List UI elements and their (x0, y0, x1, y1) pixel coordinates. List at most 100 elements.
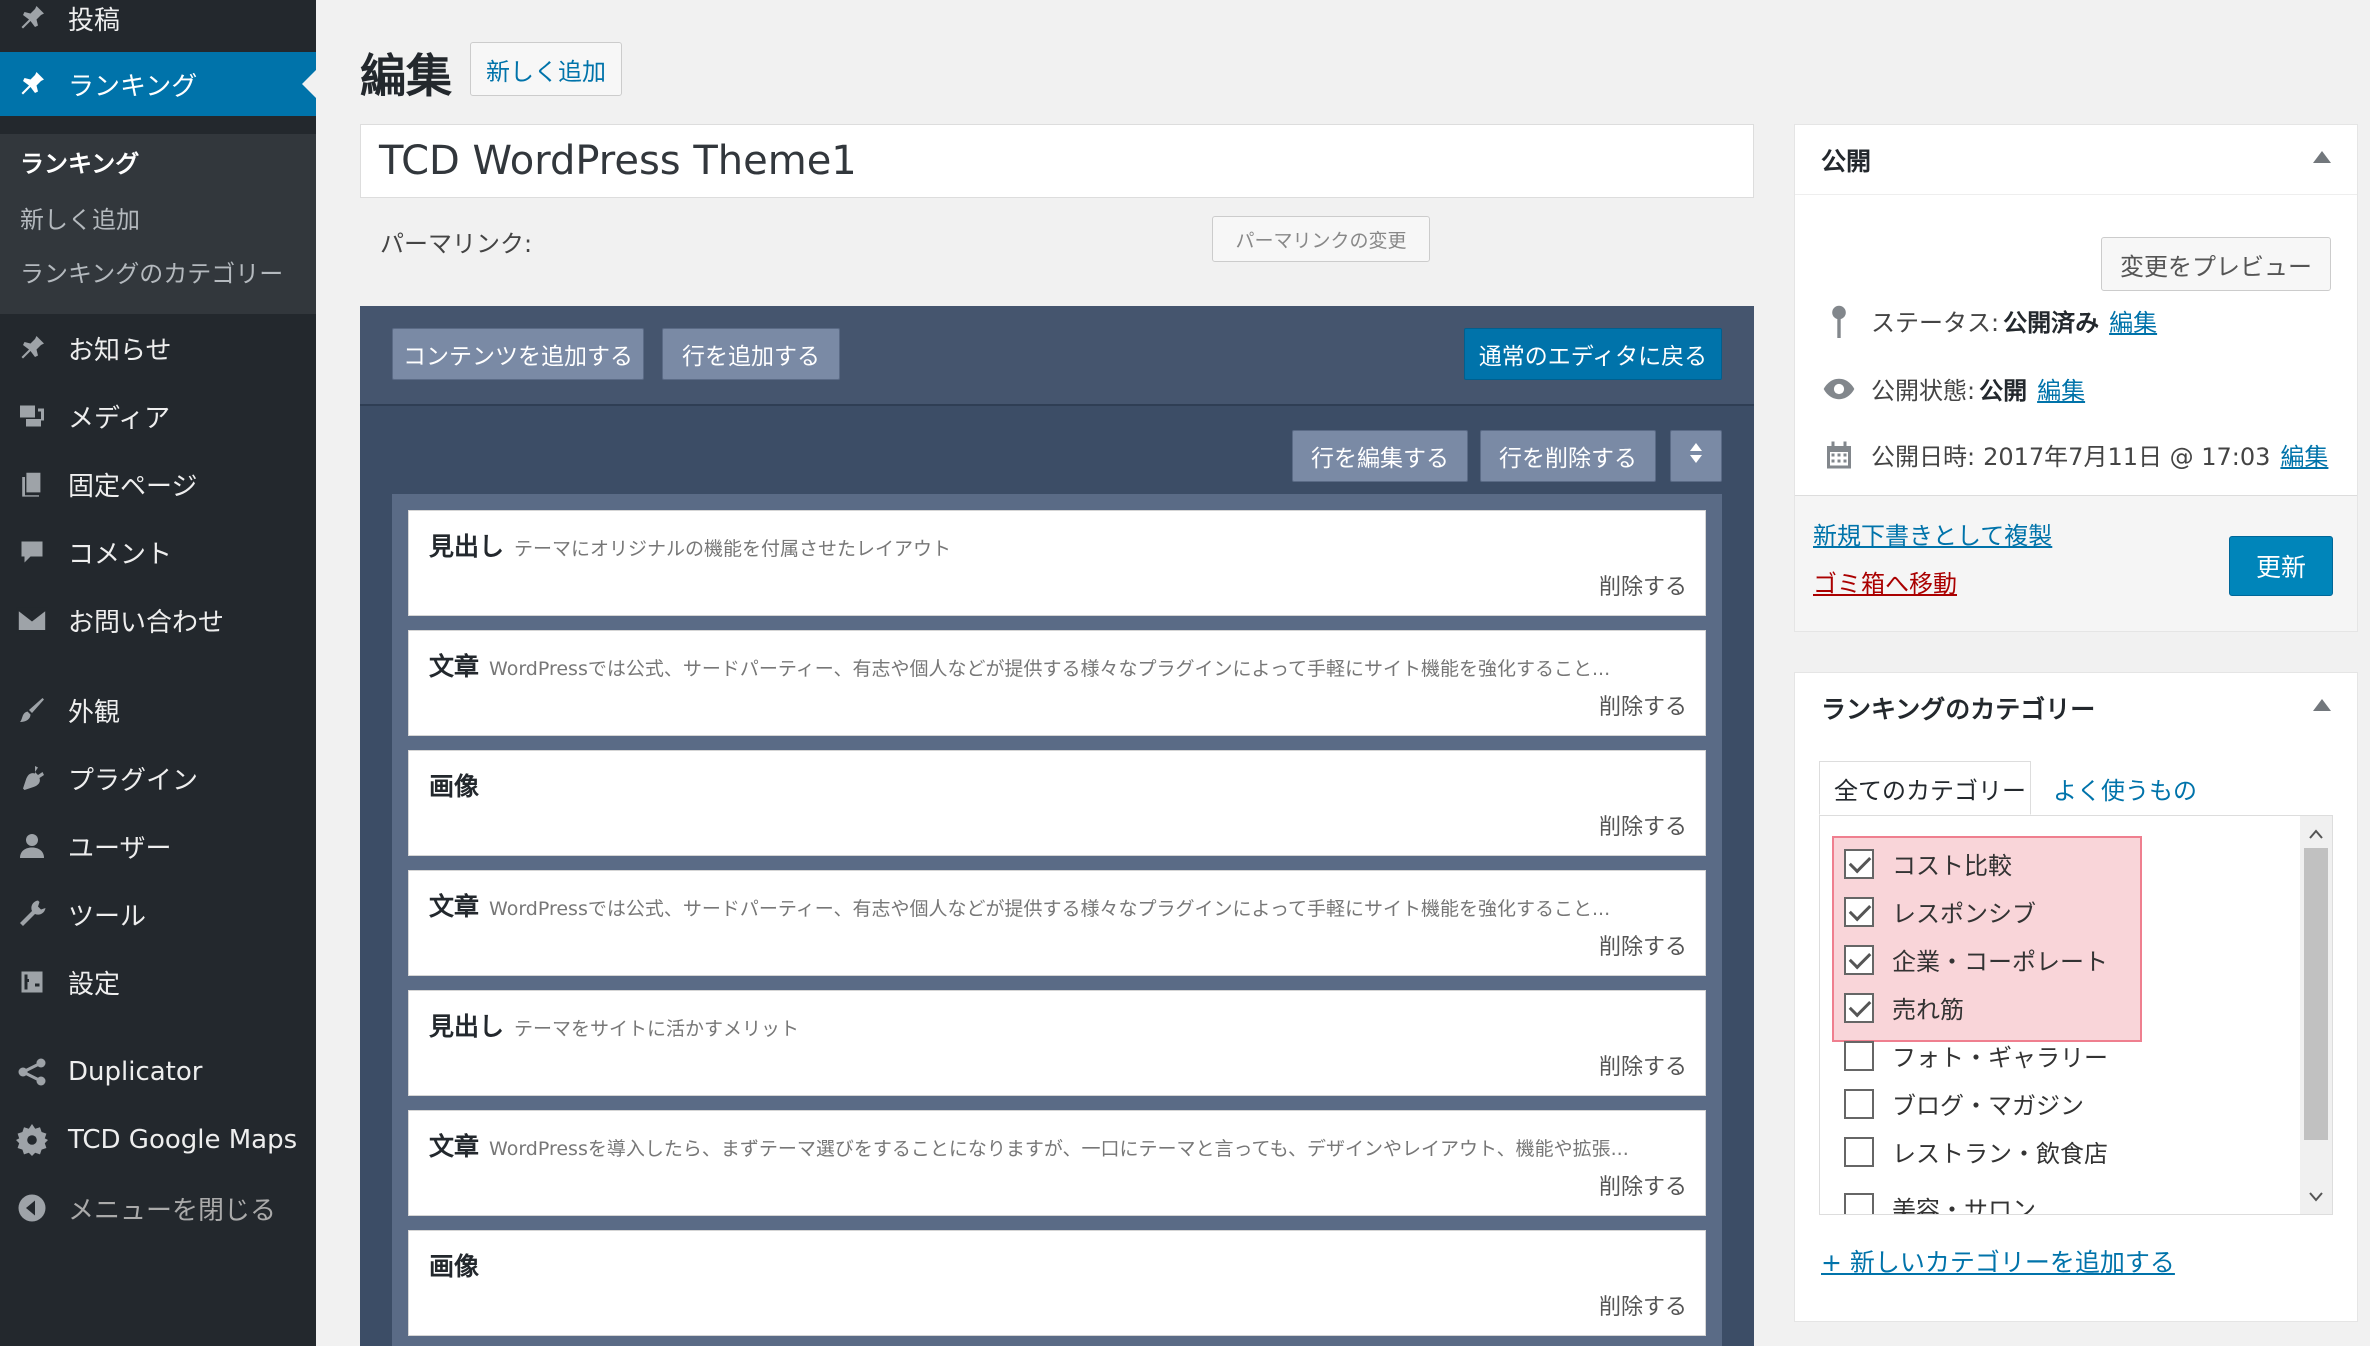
category-item[interactable]: ブログ・マガジン (1844, 1086, 2084, 1121)
category-item[interactable]: フォト・ギャラリー (1844, 1038, 2108, 1073)
collapse-arrow-icon[interactable] (2313, 151, 2331, 163)
submenu-add-new[interactable]: 新しく追加 (20, 200, 140, 235)
menu-item-posts[interactable]: 投稿 (0, 0, 316, 48)
menu-item-duplicator[interactable]: Duplicator (0, 1042, 316, 1102)
date-label: 公開日時: (1871, 443, 1976, 471)
row-delete-link[interactable]: 削除する (1599, 929, 1687, 961)
category-item[interactable]: レスポンシブ (1844, 894, 2036, 929)
menu-item-plugins[interactable]: プラグイン (0, 748, 316, 808)
category-checkbox[interactable] (1844, 848, 1874, 879)
content-row[interactable]: 文章 WordPressでは公式、サードパーティー、有志や個人などが提供する様々な… (408, 630, 1706, 736)
date-edit-link[interactable]: 編集 (2280, 437, 2328, 472)
category-item[interactable]: 美容・サロン (1844, 1190, 2036, 1214)
content-row[interactable]: 見出し テーマにオリジナルの機能を付属させたレイアウト 削除する (408, 510, 1706, 616)
menu-item-ranking[interactable]: ランキング (0, 52, 316, 116)
row-description: WordPressでは公式、サードパーティー、有志や個人などが提供する様々なプラ… (489, 658, 1611, 680)
status-value: 公開済み (2003, 309, 2100, 337)
content-row[interactable]: 文章 WordPressでは公式、サードパーティー、有志や個人などが提供する様々な… (408, 870, 1706, 976)
permalink-label: パーマリンク: (380, 230, 533, 258)
category-checkbox[interactable] (1844, 1192, 1874, 1214)
row-delete-link[interactable]: 削除する (1599, 809, 1687, 841)
category-item[interactable]: コスト比較 (1844, 846, 2012, 881)
category-checklist: コスト比較 レスポンシブ 企業・コーポレート 売れ筋 フォト・ギャラリー ブログ… (1819, 815, 2333, 1215)
menu-item-media[interactable]: メディア (0, 386, 316, 446)
content-row[interactable]: 画像 削除する (408, 750, 1706, 856)
copy-to-draft-link[interactable]: 新規下書きとして複製 (1813, 516, 2052, 551)
move-to-trash-link[interactable]: ゴミ箱へ移動 (1813, 564, 1957, 599)
sort-toggle-button[interactable] (1670, 430, 1722, 482)
edit-row-button[interactable]: 行を編集する (1292, 430, 1468, 482)
row-delete-link[interactable]: 削除する (1599, 689, 1687, 721)
category-checkbox[interactable] (1844, 992, 1874, 1023)
menu-label: 設定 (68, 969, 121, 1000)
category-item[interactable]: 企業・コーポレート (1844, 942, 2108, 977)
menu-item-news[interactable]: お知らせ (0, 318, 316, 378)
content-row[interactable]: 文章 WordPressを導入したら、まずテーマ選びをすることになりますが、一口に… (408, 1110, 1706, 1216)
settings-icon (14, 964, 50, 1000)
add-new-button[interactable]: 新しく追加 (470, 42, 622, 96)
category-checkbox[interactable] (1844, 1088, 1874, 1119)
delete-row-button[interactable]: 行を削除する (1480, 430, 1656, 482)
menu-item-appearance[interactable]: 外観 (0, 680, 316, 740)
category-item[interactable]: レストラン・飲食店 (1844, 1134, 2108, 1169)
category-checkbox[interactable] (1844, 944, 1874, 975)
publish-box-header[interactable]: 公開 (1795, 125, 2357, 195)
chevron-up-icon[interactable] (2309, 824, 2323, 843)
menu-item-comments[interactable]: コメント (0, 522, 316, 582)
content-row[interactable]: 見出し テーマをサイトに活かすメリット 削除する (408, 990, 1706, 1096)
pin-marker-icon (1821, 304, 1857, 338)
menu-item-users[interactable]: ユーザー (0, 816, 316, 876)
menu-label: TCD Google Maps (68, 1125, 298, 1155)
category-checkbox[interactable] (1844, 1040, 1874, 1071)
add-content-button[interactable]: コンテンツを追加する (392, 328, 644, 380)
tab-all-categories[interactable]: 全てのカテゴリー (1819, 761, 2031, 815)
visibility-edit-link[interactable]: 編集 (2037, 371, 2085, 406)
menu-item-pages[interactable]: 固定ページ (0, 454, 316, 514)
collapse-arrow-icon[interactable] (2313, 699, 2331, 711)
visibility-value: 公開 (1979, 377, 2028, 405)
menu-item-settings[interactable]: 設定 (0, 952, 316, 1012)
tab-most-used[interactable]: よく使うもの (2039, 761, 2211, 815)
menu-label: ユーザー (68, 833, 172, 864)
date-value: 2017年7月11日 @ 17:03 (1983, 443, 2271, 471)
status-edit-link[interactable]: 編集 (2109, 303, 2157, 338)
scrollbar-thumb[interactable] (2304, 848, 2328, 1140)
menu-item-tcd-google-maps[interactable]: TCD Google Maps (0, 1110, 316, 1170)
plug-icon (14, 760, 50, 796)
date-row: 公開日時: 2017年7月11日 @ 17:03 編集 (1821, 437, 2328, 472)
chevron-down-icon[interactable] (2309, 1187, 2323, 1206)
wrench-icon (14, 896, 50, 932)
row-delete-link[interactable]: 削除する (1599, 1169, 1687, 1201)
ranking-submenu: ランキング 新しく追加 ランキングのカテゴリー (0, 134, 316, 314)
menu-item-contact[interactable]: お問い合わせ (0, 590, 316, 650)
back-to-editor-button[interactable]: 通常のエディタに戻る (1464, 328, 1722, 380)
add-new-category-link[interactable]: + 新しいカテゴリーを追加する (1821, 1243, 2175, 1279)
builder-toolbar: コンテンツを追加する 行を追加する 通常のエディタに戻る (360, 306, 1754, 406)
update-button[interactable]: 更新 (2229, 536, 2333, 596)
change-permalink-button[interactable]: パーマリンクの変更 (1212, 216, 1430, 262)
menu-item-tools[interactable]: ツール (0, 884, 316, 944)
category-item[interactable]: 売れ筋 (1844, 990, 1964, 1025)
categories-box-header[interactable]: ランキングのカテゴリー (1795, 673, 2357, 743)
row-delete-link[interactable]: 削除する (1599, 1289, 1687, 1321)
submenu-ranking-categories[interactable]: ランキングのカテゴリー (20, 254, 283, 289)
collapse-menu-button[interactable]: メニューを閉じる (0, 1178, 316, 1238)
post-title-input[interactable]: TCD WordPress Theme1 (360, 124, 1754, 198)
content-row[interactable]: 画像 削除する (408, 1230, 1706, 1336)
menu-label: お知らせ (68, 335, 172, 366)
row-delete-link[interactable]: 削除する (1599, 1049, 1687, 1081)
row-delete-link[interactable]: 削除する (1599, 569, 1687, 601)
user-icon (14, 828, 50, 864)
add-row-button[interactable]: 行を追加する (662, 328, 840, 380)
category-checkbox[interactable] (1844, 1136, 1874, 1167)
submenu-ranking[interactable]: ランキング (20, 144, 139, 179)
status-row: ステータス: 公開済み 編集 (1821, 303, 2157, 338)
preview-changes-button[interactable]: 変更をプレビュー (2101, 237, 2331, 291)
row-container: 見出し テーマにオリジナルの機能を付属させたレイアウト 削除する 文章 WordPr… (392, 494, 1722, 1346)
category-checkbox[interactable] (1844, 896, 1874, 927)
row-type: 見出し (429, 532, 505, 561)
calendar-icon (1821, 439, 1857, 471)
content-builder: コンテンツを追加する 行を追加する 通常のエディタに戻る 行を編集する 行を削除… (360, 306, 1754, 1346)
category-label: フォト・ギャラリー (1892, 1044, 2108, 1072)
category-scrollbar[interactable] (2300, 816, 2332, 1214)
